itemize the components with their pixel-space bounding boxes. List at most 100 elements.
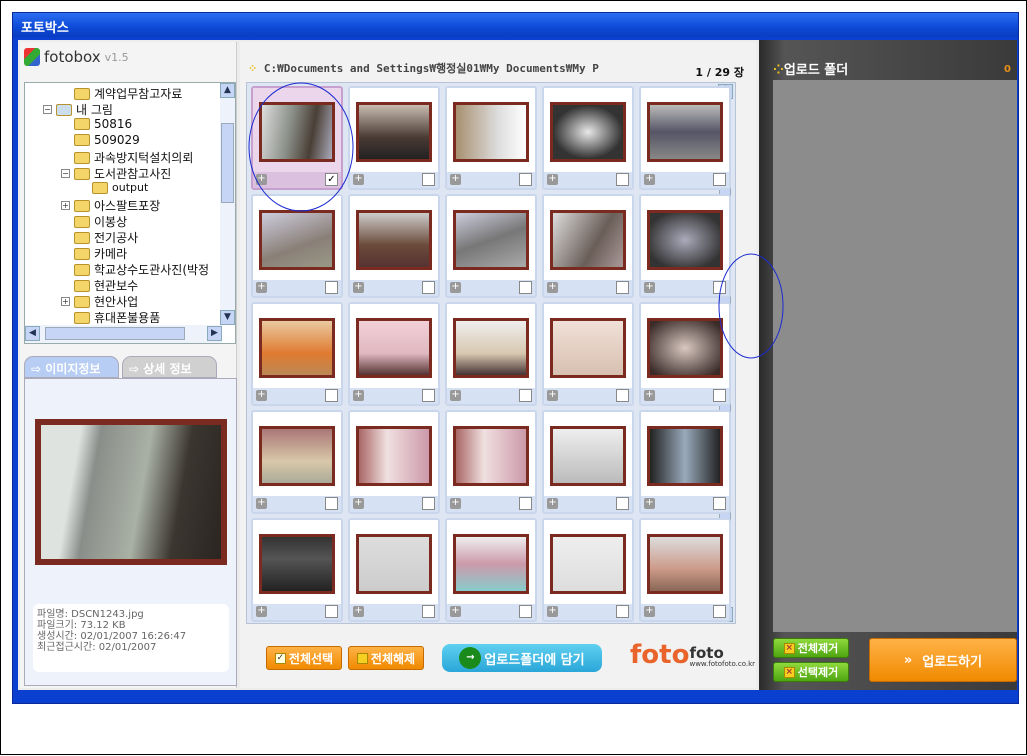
- thumbnail-item[interactable]: +: [639, 86, 731, 190]
- thumbnail-image[interactable]: [453, 102, 529, 162]
- zoom-plus-icon[interactable]: +: [256, 498, 267, 509]
- thumbnail-image[interactable]: [259, 318, 335, 378]
- tab-detail-info[interactable]: ⇨ 상세 정보: [122, 356, 217, 378]
- zoom-plus-icon[interactable]: +: [547, 174, 558, 185]
- thumbnail-checkbox[interactable]: [713, 605, 726, 618]
- thumbnail-item[interactable]: +: [348, 518, 440, 622]
- thumbnail-image[interactable]: [550, 102, 626, 162]
- thumbnail-image[interactable]: [550, 318, 626, 378]
- tree-item[interactable]: 학교상수도관사진(박정: [61, 261, 209, 278]
- thumbnail-item[interactable]: + ✓: [251, 86, 343, 190]
- thumbnail-checkbox[interactable]: [713, 173, 726, 186]
- thumbnail-image[interactable]: [356, 318, 432, 378]
- zoom-plus-icon[interactable]: +: [256, 282, 267, 293]
- thumbnail-image[interactable]: [453, 534, 529, 594]
- tree-item[interactable]: 현관보수: [61, 277, 138, 294]
- zoom-plus-icon[interactable]: +: [644, 390, 655, 401]
- zoom-plus-icon[interactable]: +: [450, 390, 461, 401]
- thumbnail-checkbox[interactable]: [422, 173, 435, 186]
- zoom-plus-icon[interactable]: +: [547, 390, 558, 401]
- expand-toggle-icon[interactable]: −: [61, 169, 70, 178]
- expand-toggle-icon[interactable]: −: [43, 105, 52, 114]
- thumbnail-item[interactable]: +: [445, 86, 537, 190]
- thumbnail-checkbox[interactable]: [616, 173, 629, 186]
- thumbnail-checkbox[interactable]: ✓: [325, 173, 338, 186]
- thumbnail-item[interactable]: +: [251, 302, 343, 406]
- thumbnail-item[interactable]: +: [542, 302, 634, 406]
- thumbnail-image[interactable]: [550, 534, 626, 594]
- thumbnail-image[interactable]: [356, 534, 432, 594]
- thumbnail-checkbox[interactable]: [616, 281, 629, 294]
- thumbnail-image[interactable]: [647, 426, 723, 486]
- tree-item[interactable]: − 내 그림: [43, 101, 113, 118]
- thumbnail-item[interactable]: +: [348, 86, 440, 190]
- thumbnail-item[interactable]: +: [251, 518, 343, 622]
- zoom-plus-icon[interactable]: +: [644, 498, 655, 509]
- thumbnail-checkbox[interactable]: [422, 497, 435, 510]
- thumbnail-checkbox[interactable]: [325, 281, 338, 294]
- tree-vertical-scrollbar[interactable]: ▲ ▼: [220, 83, 235, 325]
- thumbnail-image[interactable]: [647, 102, 723, 162]
- tree-item[interactable]: output: [79, 181, 148, 194]
- zoom-plus-icon[interactable]: +: [256, 390, 267, 401]
- tab-image-info[interactable]: ⇨ 이미지정보: [24, 356, 119, 378]
- add-to-upload-folder-button[interactable]: → 업로드폴더에 담기: [442, 644, 602, 672]
- upload-drop-area[interactable]: [773, 80, 1017, 632]
- thumbnail-item[interactable]: +: [639, 518, 731, 622]
- thumbnail-item[interactable]: +: [639, 410, 731, 514]
- thumbnail-image[interactable]: [356, 426, 432, 486]
- thumbnail-item[interactable]: +: [542, 194, 634, 298]
- thumbnail-image[interactable]: [356, 210, 432, 270]
- thumbnail-checkbox[interactable]: [713, 497, 726, 510]
- zoom-plus-icon[interactable]: +: [256, 174, 267, 185]
- zoom-plus-icon[interactable]: +: [644, 606, 655, 617]
- thumbnail-item[interactable]: +: [348, 302, 440, 406]
- zoom-plus-icon[interactable]: +: [450, 606, 461, 617]
- zoom-plus-icon[interactable]: +: [547, 606, 558, 617]
- zoom-plus-icon[interactable]: +: [353, 174, 364, 185]
- scroll-left-icon[interactable]: ◀: [25, 326, 40, 341]
- scroll-down-icon[interactable]: ▼: [220, 310, 235, 325]
- thumbnail-checkbox[interactable]: [713, 389, 726, 402]
- thumbnail-item[interactable]: +: [445, 302, 537, 406]
- remove-selected-button[interactable]: × 선택제거: [773, 662, 849, 682]
- thumbnail-image[interactable]: [453, 318, 529, 378]
- thumbnail-image[interactable]: [259, 102, 335, 162]
- upload-button[interactable]: » 업로드하기: [869, 638, 1017, 682]
- thumbnail-checkbox[interactable]: [519, 389, 532, 402]
- thumbnail-item[interactable]: +: [445, 410, 537, 514]
- scroll-thumb[interactable]: [221, 123, 234, 203]
- thumbnail-checkbox[interactable]: [325, 605, 338, 618]
- thumbnail-item[interactable]: +: [348, 410, 440, 514]
- deselect-all-button[interactable]: 전체해제: [348, 646, 424, 670]
- zoom-plus-icon[interactable]: +: [450, 498, 461, 509]
- zoom-plus-icon[interactable]: +: [450, 174, 461, 185]
- thumbnail-item[interactable]: +: [542, 410, 634, 514]
- scroll-right-icon[interactable]: ▶: [207, 326, 222, 341]
- thumbnail-checkbox[interactable]: [325, 389, 338, 402]
- thumbnail-checkbox[interactable]: [422, 605, 435, 618]
- thumbnail-image[interactable]: [259, 210, 335, 270]
- thumbnail-checkbox[interactable]: [519, 281, 532, 294]
- thumbnail-checkbox[interactable]: [325, 497, 338, 510]
- thumbnail-checkbox[interactable]: [519, 173, 532, 186]
- zoom-plus-icon[interactable]: +: [547, 498, 558, 509]
- zoom-plus-icon[interactable]: +: [256, 606, 267, 617]
- thumbnail-checkbox[interactable]: [519, 605, 532, 618]
- thumbnail-image[interactable]: [647, 534, 723, 594]
- tree-item[interactable]: 전기공사: [61, 229, 138, 246]
- thumbnail-item[interactable]: +: [251, 194, 343, 298]
- thumbnail-item[interactable]: +: [542, 518, 634, 622]
- zoom-plus-icon[interactable]: +: [547, 282, 558, 293]
- thumbnail-item[interactable]: +: [639, 194, 731, 298]
- thumbnail-item[interactable]: +: [445, 194, 537, 298]
- tree-item[interactable]: 휴대폰불용품: [61, 309, 160, 326]
- folder-tree[interactable]: 휴대폰불용품 + 현안사업 현관보수 학교상수도관사진(박정 카메라 전기공사 이봉상 + 아스팔…: [24, 82, 236, 344]
- scroll-up-icon[interactable]: ▲: [220, 83, 235, 98]
- thumbnail-image[interactable]: [647, 318, 723, 378]
- thumbnail-checkbox[interactable]: [713, 281, 726, 294]
- thumbnail-checkbox[interactable]: [616, 605, 629, 618]
- thumbnail-item[interactable]: +: [639, 302, 731, 406]
- zoom-plus-icon[interactable]: +: [644, 174, 655, 185]
- zoom-plus-icon[interactable]: +: [353, 606, 364, 617]
